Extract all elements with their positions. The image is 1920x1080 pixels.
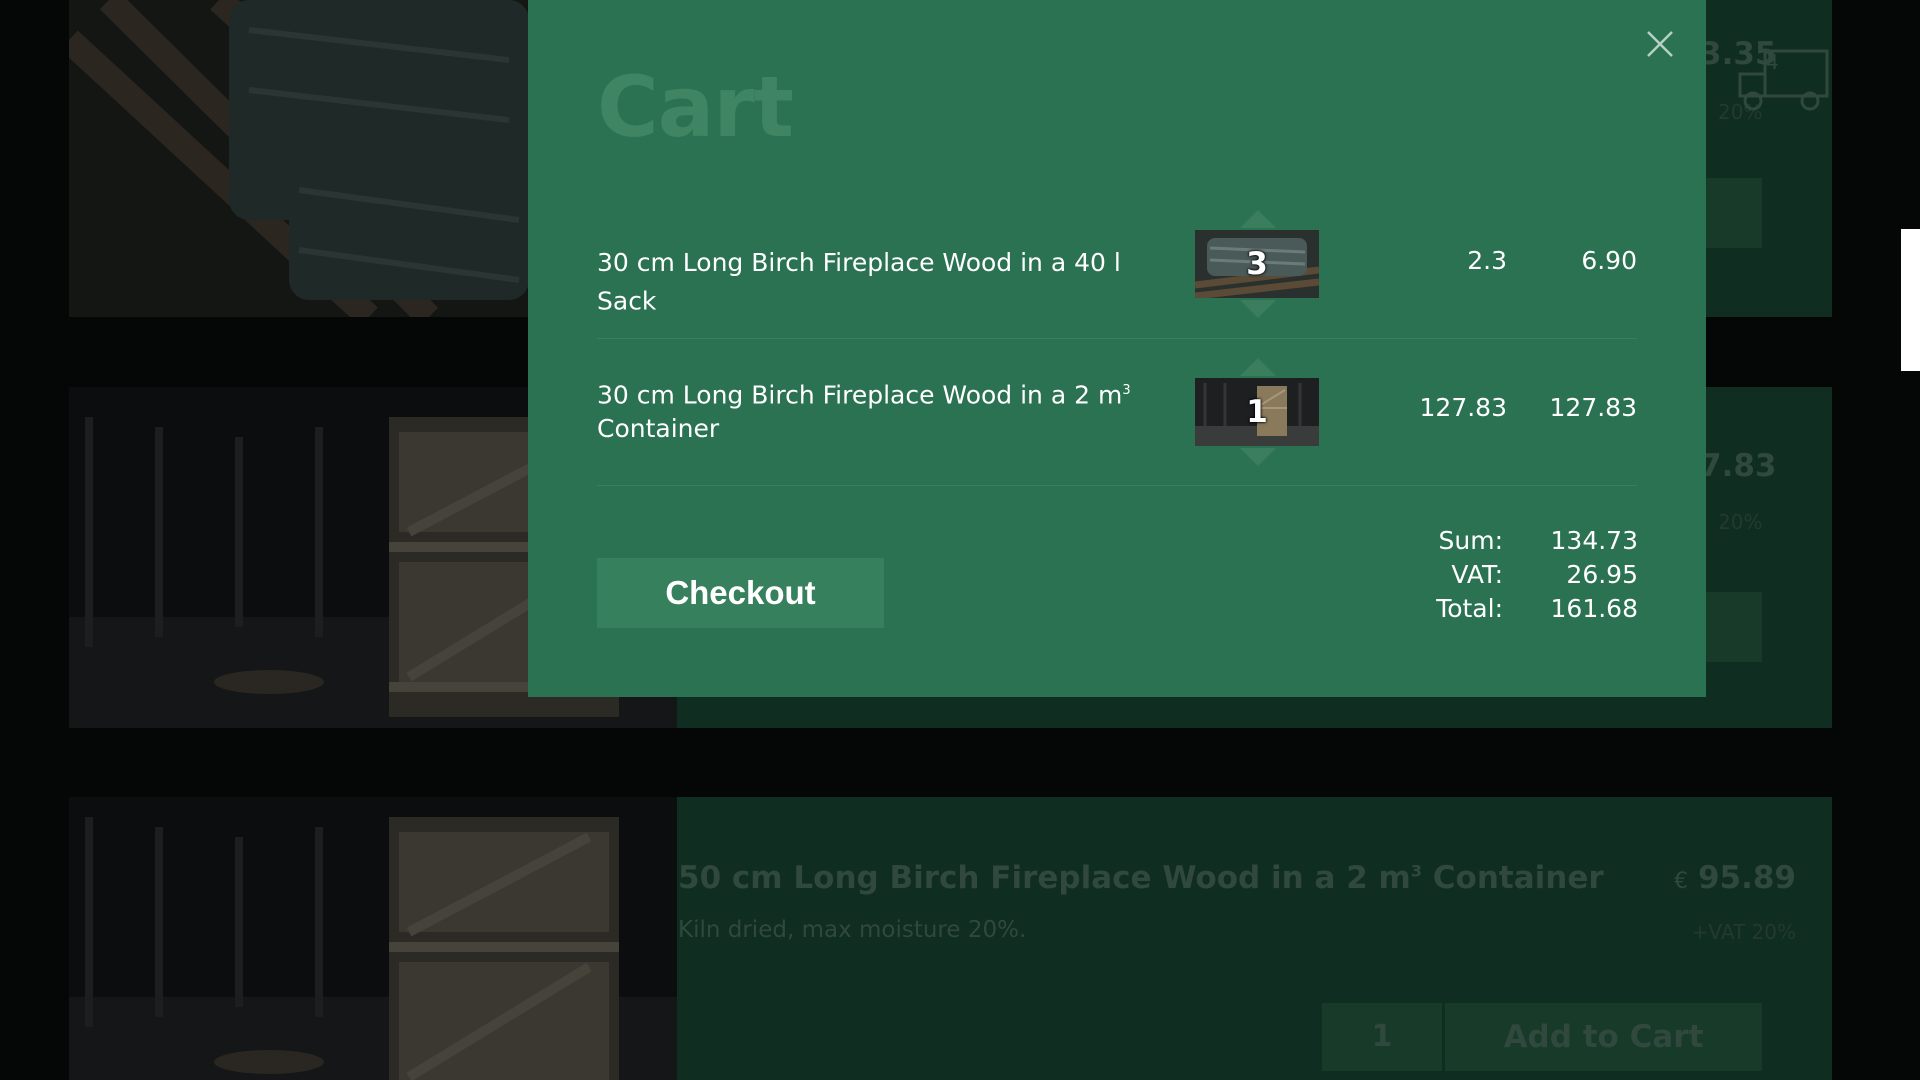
product-vat-container-30: 20% [1718, 510, 1763, 534]
cart-modal: Cart 30 cm Long Birch Fireplace Wood in … [528, 0, 1706, 697]
decrease-quantity-button[interactable] [1239, 448, 1276, 466]
checkout-button[interactable]: Checkout [597, 558, 884, 628]
cart-item-name: 30 cm Long Birch Fireplace Wood in a 40 … [597, 248, 1121, 316]
product-photo-sack [69, 0, 529, 317]
divider [597, 485, 1637, 486]
cart-item-line-total: 127.83 [1549, 393, 1637, 422]
cart-item-line-total: 6.90 [1581, 246, 1637, 275]
decrease-quantity-button[interactable] [1239, 300, 1276, 318]
vat-value: 26.95 [1566, 560, 1638, 589]
currency-symbol: € [1673, 869, 1688, 894]
increase-quantity-button[interactable] [1239, 210, 1276, 228]
truck-icon[interactable] [1735, 46, 1835, 116]
quantity-stepper[interactable]: 3 [1195, 210, 1320, 318]
quantity-input-container-50[interactable]: 1 [1322, 1003, 1442, 1071]
cart-title: Cart [597, 58, 794, 156]
cart-item-unit-price: 127.83 [1419, 393, 1507, 422]
cart-item-quantity: 3 [1246, 246, 1268, 282]
divider [597, 338, 1637, 339]
vat-label: VAT: [1451, 560, 1503, 589]
product-photo-container-50 [69, 797, 677, 1080]
cart-item-name: 30 cm Long Birch Fireplace Wood in a 2 m… [597, 380, 1131, 444]
product-price-container-30: 7.83 [1700, 448, 1777, 484]
cart-item-unit-price: 2.3 [1467, 246, 1507, 275]
product-description-container-50: Kiln dried, max moisture 20%. [678, 917, 1027, 943]
cart-item-quantity: 1 [1246, 394, 1268, 430]
total-value: 161.68 [1550, 594, 1638, 623]
cart-item-thumbnail: 1 [1195, 378, 1319, 446]
cart-line-item: 30 cm Long Birch Fireplace Wood in a 2 m… [597, 358, 1637, 486]
product-price-container-50: €95.89 [1673, 860, 1796, 896]
total-label: Total: [1436, 594, 1503, 623]
sum-value: 134.73 [1550, 526, 1638, 555]
scrollbar-thumb[interactable] [1901, 229, 1920, 371]
sum-label: Sum: [1438, 526, 1504, 555]
add-to-cart-button-container-50[interactable]: Add to Cart [1445, 1003, 1762, 1071]
product-title-container-50: 50 cm Long Birch Fireplace Wood in a 2 m… [678, 860, 1604, 896]
cart-line-item: 30 cm Long Birch Fireplace Wood in a 40 … [597, 210, 1637, 338]
increase-quantity-button[interactable] [1239, 358, 1276, 376]
cart-count-badge: 4 [1766, 50, 1779, 74]
product-vat-container-50: +VAT 20% [1691, 920, 1796, 944]
close-icon[interactable] [1646, 30, 1674, 58]
cart-item-thumbnail: 3 [1195, 230, 1319, 298]
quantity-stepper[interactable]: 1 [1195, 358, 1320, 466]
